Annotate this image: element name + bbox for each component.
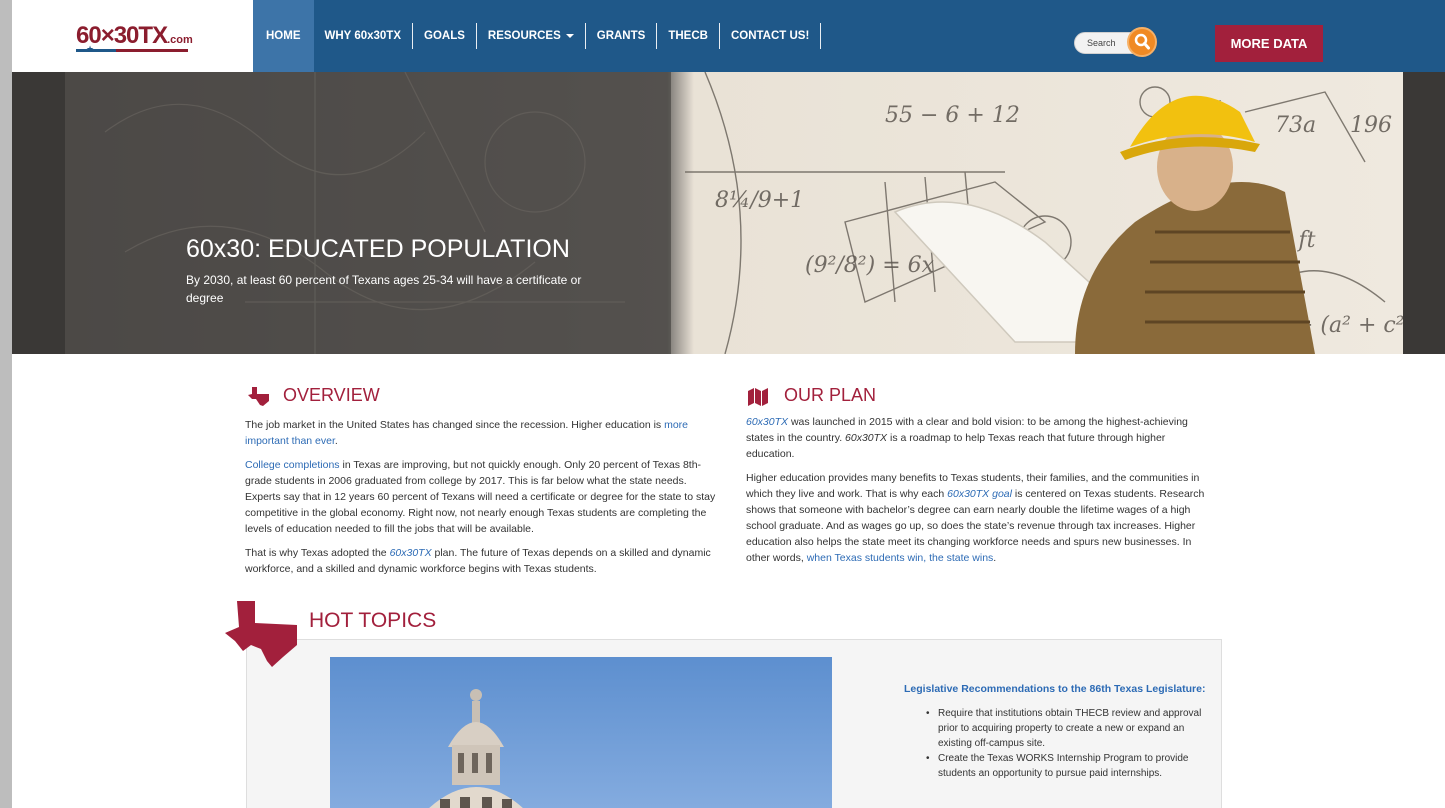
texas-icon [248,387,269,406]
nav-item-label: HOME [266,30,301,42]
carousel-dot[interactable] [712,387,720,395]
nav-item-grants[interactable]: GRANTS [586,0,657,72]
nav-item-why[interactable]: WHY 60x30TX [314,0,413,72]
nav-item-label: GRANTS [596,30,646,42]
state-wins-link[interactable]: when Texas students win, the state wins [807,552,994,564]
nav-item-contact[interactable]: CONTACT US! [720,0,820,72]
logo-star-icon: ★ [86,44,95,54]
plan-60x30tx-link[interactable]: 60x30TX [746,416,788,428]
more-data-button[interactable]: MORE DATA [1215,25,1323,62]
svg-text:55 − 6 + 12: 55 − 6 + 12 [885,103,1020,128]
map-icon [748,388,768,406]
our-plan-title: OUR PLAN [784,385,877,405]
overview-paragraph-1: The job market in the United States has … [245,417,723,449]
nav-item-thecb[interactable]: THECB [657,0,719,72]
carousel-dot[interactable] [736,387,744,395]
hero-image: 55 − 6 + 12 16⅔ (9²/8²) = 6x +63 ft + (a… [65,72,1403,354]
search-button[interactable] [1127,27,1157,57]
main-menu: HOME WHY 60x30TX GOALS RESOURCES GRANTS … [253,0,822,72]
plan-paragraph-2: Higher education provides many benefits … [746,470,1218,566]
svg-text:73a: 73a [1275,113,1316,138]
overview-p1-end: . [334,435,338,447]
nav-item-goals[interactable]: GOALS [413,0,476,72]
caret-down-icon [565,34,574,38]
top-navigation: 60×30TX.com ★ HOME WHY 60x30TX GOALS RES… [12,0,1445,72]
search-placeholder: Search [1087,38,1116,48]
hot-topics-title: HOT TOPICS [309,609,437,632]
nav-divider [820,23,822,49]
hero-banner: 55 − 6 + 12 16⅔ (9²/8²) = 6x +63 ft + (a… [12,72,1445,395]
recommendations-list: Require that institutions obtain THECB r… [924,706,1209,781]
capitol-image[interactable] [330,657,832,808]
page-frame: 60×30TX.com ★ HOME WHY 60x30TX GOALS RES… [12,0,1445,808]
plan-p1-ital: 60x30TX [845,432,888,444]
nav-item-home[interactable]: HOME [253,0,314,72]
nav-item-label: THECB [668,30,708,42]
logo-suffix-text: .com [167,34,193,46]
overview-paragraph-3: That is why Texas adopted the 60x30TX pl… [245,545,723,577]
hero-subtitle: By 2030, at least 60 percent of Texans a… [186,273,582,305]
search-icon [1134,33,1150,50]
texas-large-icon [225,601,297,667]
list-item: Create the Texas WORKS Internship Progra… [924,751,1209,781]
nav-item-resources[interactable]: RESOURCES [477,0,585,72]
nav-item-label: GOALS [424,30,465,42]
more-data-label: MORE DATA [1230,36,1308,51]
plan-paragraph-1: 60x30TX was launched in 2015 with a clea… [746,414,1216,462]
goal-link[interactable]: 60x30TX goal [947,488,1012,500]
nav-item-label: WHY 60x30TX [324,30,402,42]
hero-title: 60x30: EDUCATED POPULATION [186,235,570,263]
svg-text:8¼/9+1: 8¼/9+1 [715,188,804,213]
nav-item-label: CONTACT US! [730,30,810,42]
svg-text:(9²/8²) = 6x: (9²/8²) = 6x [805,253,935,278]
college-completions-link[interactable]: College completions [245,459,340,471]
overview-p1-text: The job market in the United States has … [245,419,665,431]
hero-overlay [65,72,671,354]
plan-link[interactable]: 60x30TX [390,547,432,559]
plan-p2-end: . [993,552,997,564]
overview-title: OVERVIEW [283,385,380,405]
carousel-dot[interactable] [724,387,732,395]
list-item: Require that institutions obtain THECB r… [924,706,1209,751]
overview-p3-text: That is why Texas adopted the [245,547,390,559]
overview-paragraph-2: College completions in Texas are improvi… [245,457,725,537]
svg-text:196: 196 [1350,113,1392,138]
legislative-title-link[interactable]: Legislative Recommendations to the 86th … [904,683,1205,695]
nav-item-label: RESOURCES [487,30,561,42]
logo-container[interactable]: 60×30TX.com ★ [12,0,253,72]
capitol-dome-graphic [429,689,523,808]
